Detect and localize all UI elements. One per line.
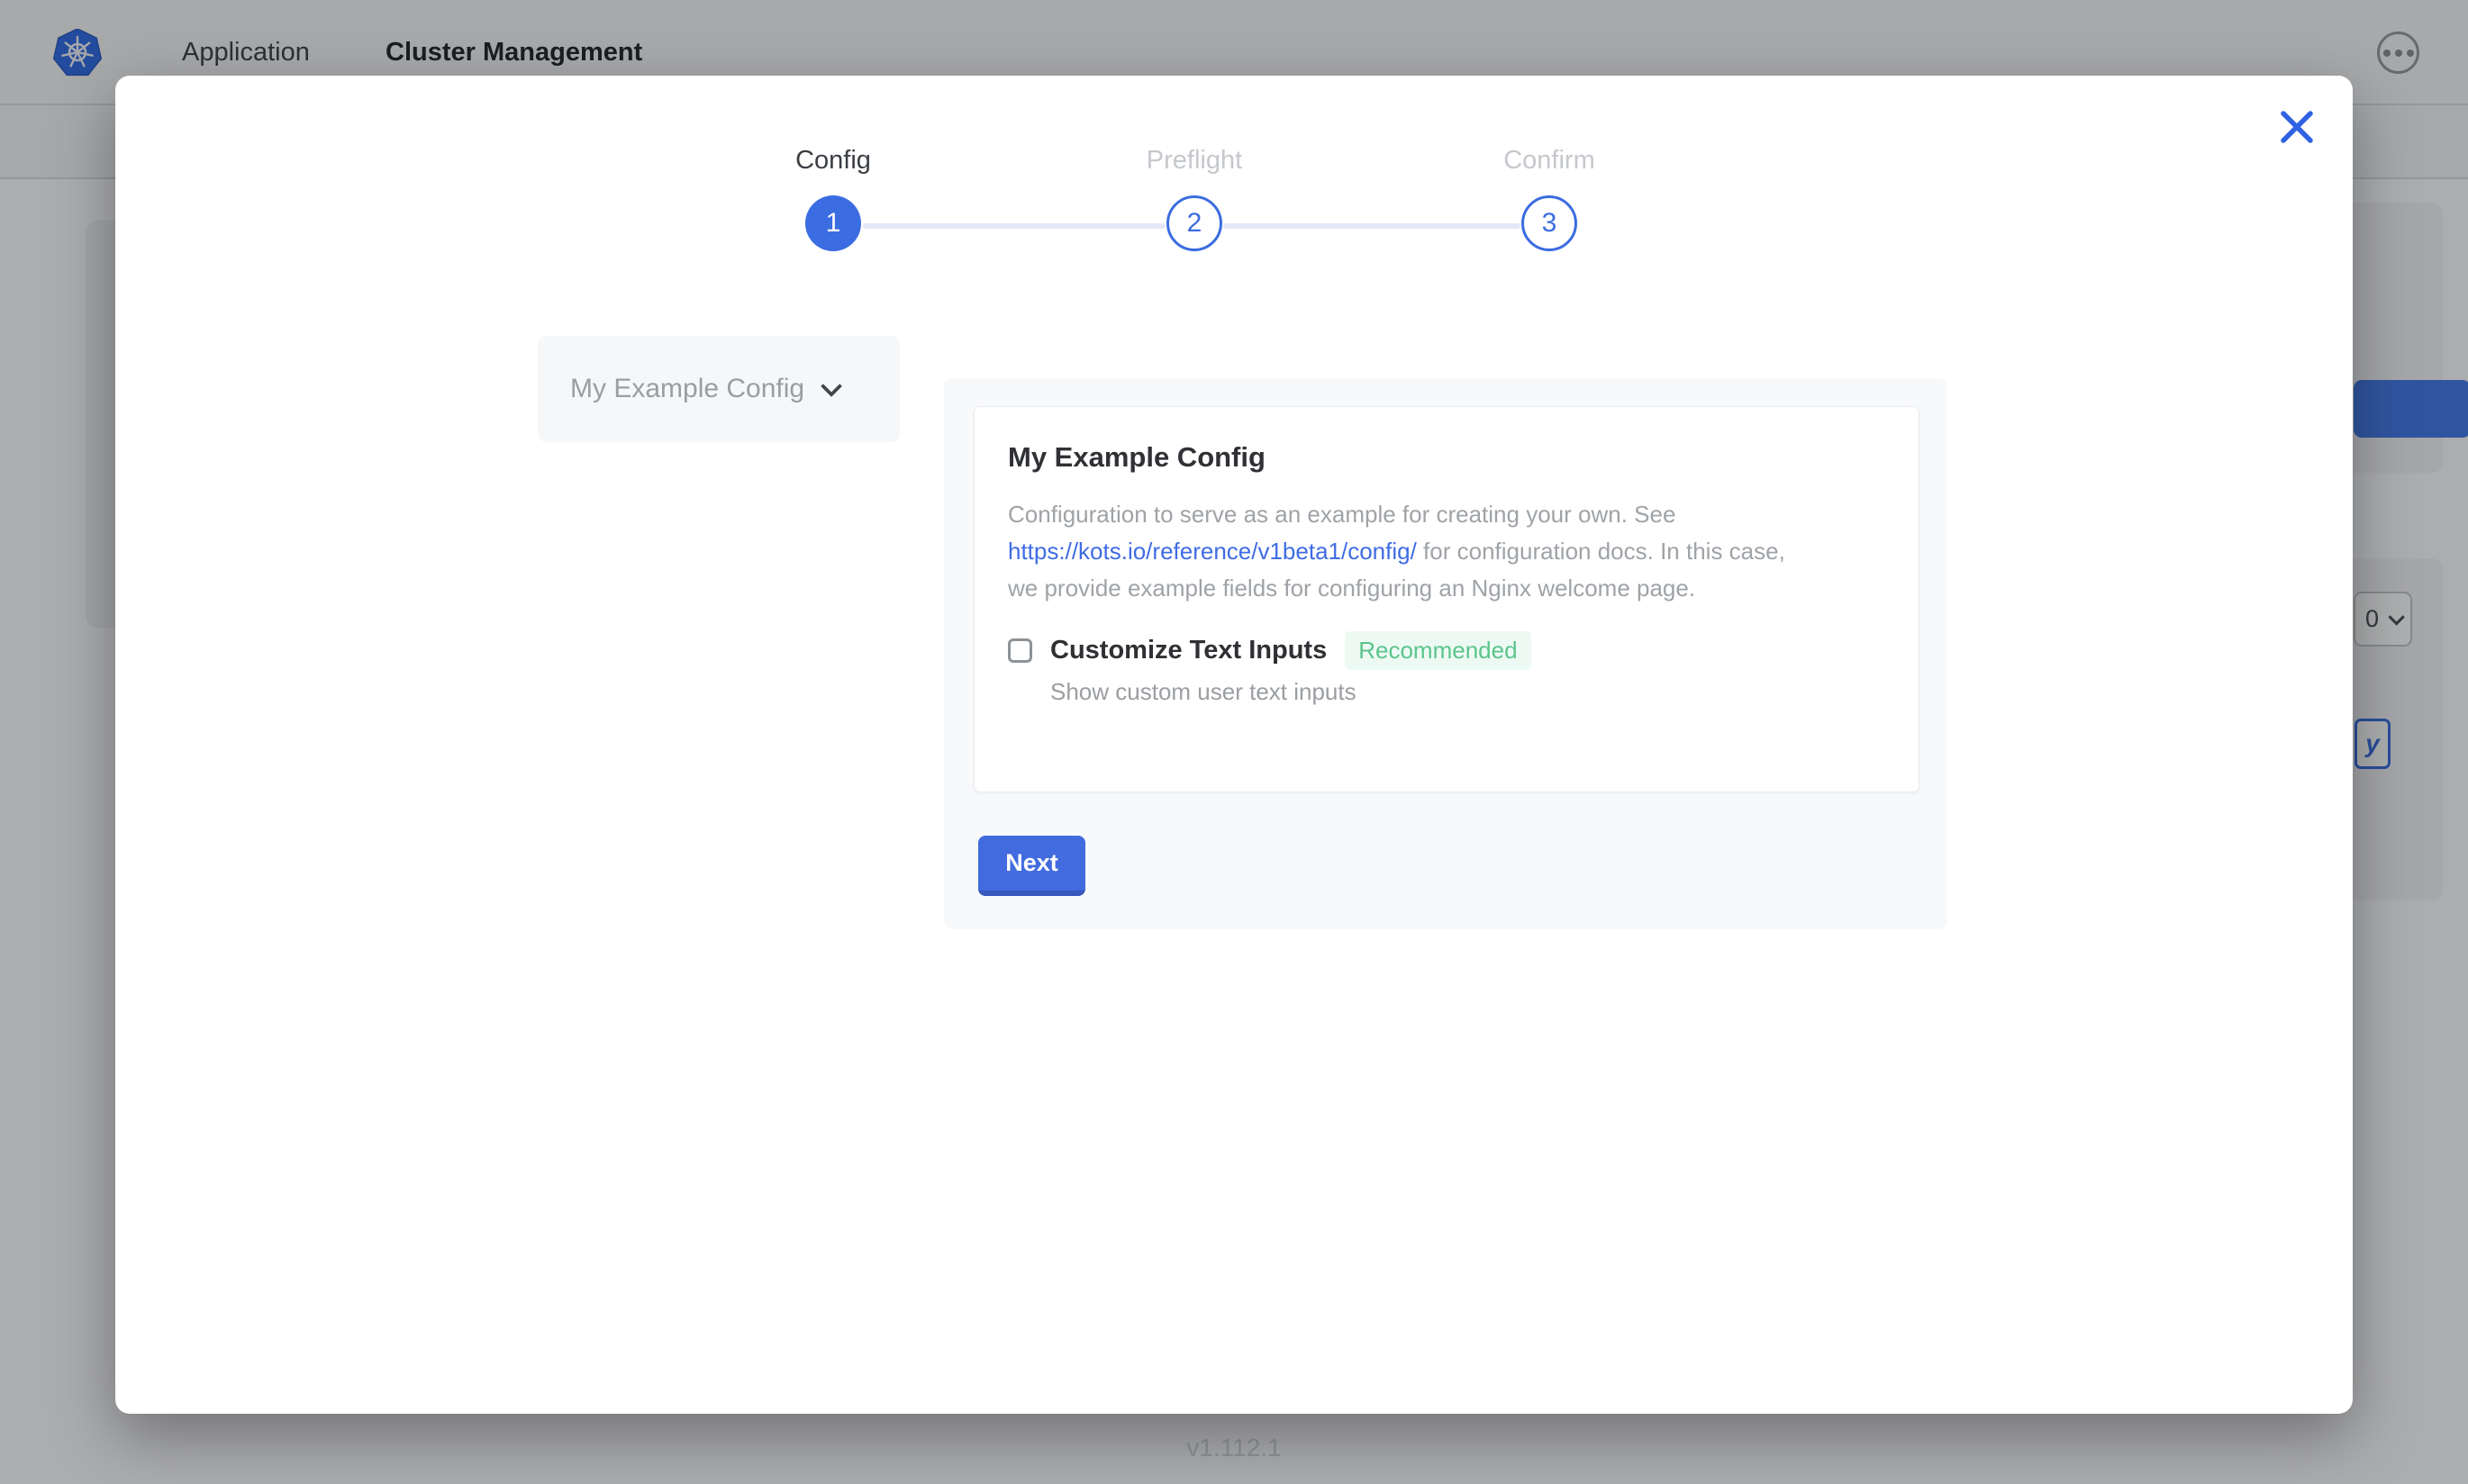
customize-text-inputs-label[interactable]: Customize Text Inputs (1050, 636, 1327, 665)
step-indicator[interactable]: 2 (1166, 195, 1222, 251)
stepper-step-preflight: Preflight 2 (1095, 146, 1293, 251)
description-text: we provide example fields for configurin… (1008, 575, 1695, 602)
config-wizard-modal: Config 1 Preflight 2 Confirm 3 My Exampl… (115, 76, 2353, 1414)
chevron-down-icon (821, 375, 842, 396)
config-group-selector[interactable]: My Example Config (538, 336, 900, 442)
close-icon[interactable] (2277, 108, 2317, 148)
config-docs-link[interactable]: https://kots.io/reference/v1beta1/config… (1008, 538, 1417, 565)
config-section-card: My Example Config Configuration to serve… (974, 406, 1919, 792)
customize-text-inputs-checkbox[interactable] (1008, 638, 1032, 663)
description-text: Configuration to serve as an example for… (1008, 501, 1675, 528)
option-row: Customize Text Inputs Recommended (1008, 631, 1883, 670)
option-help-text: Show custom user text inputs (1050, 678, 1883, 706)
description-text: for configuration docs. In this case, (1417, 538, 1785, 565)
step-indicator[interactable]: 3 (1521, 195, 1577, 251)
config-group-label: My Example Config (570, 374, 804, 404)
screen: Application Cluster Management 0 y v1.11… (0, 0, 2468, 1484)
config-section-title: My Example Config (1008, 441, 1883, 474)
stepper-step-confirm: Confirm 3 (1450, 146, 1648, 251)
recommended-badge: Recommended (1345, 631, 1530, 670)
stepper-step-config: Config 1 (734, 146, 932, 251)
step-label: Preflight (1095, 146, 1293, 176)
step-label: Config (734, 146, 932, 176)
step-indicator[interactable]: 1 (805, 195, 861, 251)
config-section-description: Configuration to serve as an example for… (1008, 496, 1883, 607)
step-label: Confirm (1450, 146, 1648, 176)
next-button[interactable]: Next (978, 836, 1085, 896)
